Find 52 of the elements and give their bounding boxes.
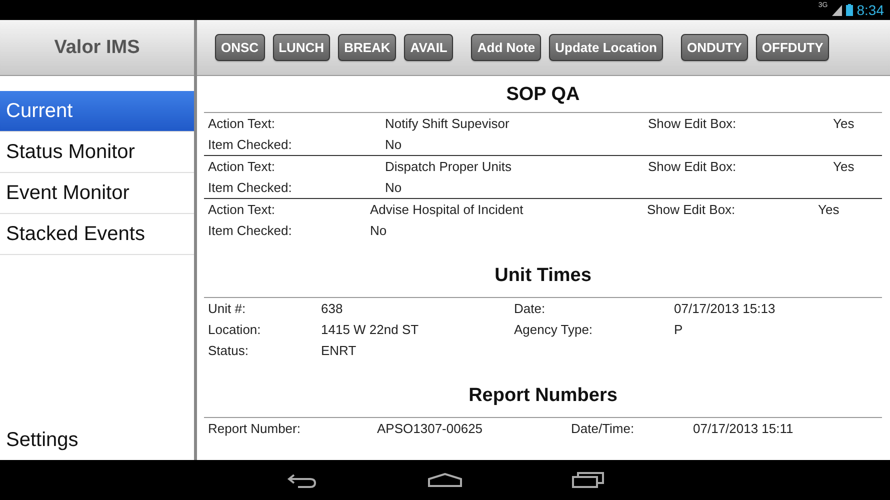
recent-apps-icon[interactable] xyxy=(572,472,604,488)
status-button[interactable]: Update Location xyxy=(549,34,663,61)
section-title: Unit Times xyxy=(494,265,592,287)
field-label: Report Number: xyxy=(208,421,302,436)
field-label: Action Text: xyxy=(208,202,276,217)
field-label: Status: xyxy=(208,343,250,358)
field-label: Date: xyxy=(514,301,546,316)
field-value: Dispatch Proper Units xyxy=(385,159,512,174)
battery-icon xyxy=(846,4,853,16)
field-value: Yes xyxy=(833,116,856,131)
field-value: Yes xyxy=(833,159,856,174)
field-value: 07/17/2013 15:11 xyxy=(693,421,794,436)
field-value: Yes xyxy=(818,202,840,217)
field-label: Action Text: xyxy=(208,116,276,131)
field-value: No xyxy=(385,137,403,152)
back-icon[interactable] xyxy=(286,472,318,488)
field-label: Location: xyxy=(208,322,262,337)
field-label: Unit #: xyxy=(208,301,247,316)
app-title: Valor IMS xyxy=(54,36,140,58)
section-title: Report Numbers xyxy=(468,385,618,407)
field-value: No xyxy=(370,223,388,238)
field-value: 638 xyxy=(321,301,344,316)
status-button[interactable]: LUNCH xyxy=(272,34,330,61)
field-value: ENRT xyxy=(321,343,358,358)
field-label: Item Checked: xyxy=(208,180,293,195)
field-label: Item Checked: xyxy=(208,223,293,238)
status-button[interactable]: AVAIL xyxy=(404,34,454,61)
status-button[interactable]: OFFDUTY xyxy=(756,34,830,61)
field-value: 07/17/2013 15:13 xyxy=(674,301,776,316)
status-button[interactable]: ONDUTY xyxy=(681,34,748,61)
sidebar-item[interactable]: Current xyxy=(0,91,194,132)
status-button[interactable]: ONSC xyxy=(215,34,265,61)
field-value: APSO1307-00625 xyxy=(377,421,484,436)
field-value: Notify Shift Supevisor xyxy=(385,116,510,131)
field-value: P xyxy=(674,322,684,337)
section-title: SOP QA xyxy=(506,84,580,106)
field-label: Show Edit Box: xyxy=(648,159,738,174)
field-label: Date/Time: xyxy=(571,421,636,436)
signal-icon xyxy=(832,4,842,16)
field-label: Action Text: xyxy=(208,159,276,174)
status-button[interactable]: BREAK xyxy=(338,34,396,61)
field-value: 1415 W 22nd ST xyxy=(321,322,420,337)
field-label: Agency Type: xyxy=(514,322,594,337)
field-label: Show Edit Box: xyxy=(647,202,736,217)
status-button[interactable]: Add Note xyxy=(471,34,542,61)
field-label: Item Checked: xyxy=(208,137,293,152)
settings-item[interactable]: Settings xyxy=(0,429,194,460)
home-icon[interactable] xyxy=(428,473,462,487)
field-value: Advise Hospital of Incident xyxy=(370,202,524,217)
clock: 8:34 xyxy=(856,2,884,18)
field-value: No xyxy=(385,180,403,195)
field-label: Show Edit Box: xyxy=(648,116,738,131)
